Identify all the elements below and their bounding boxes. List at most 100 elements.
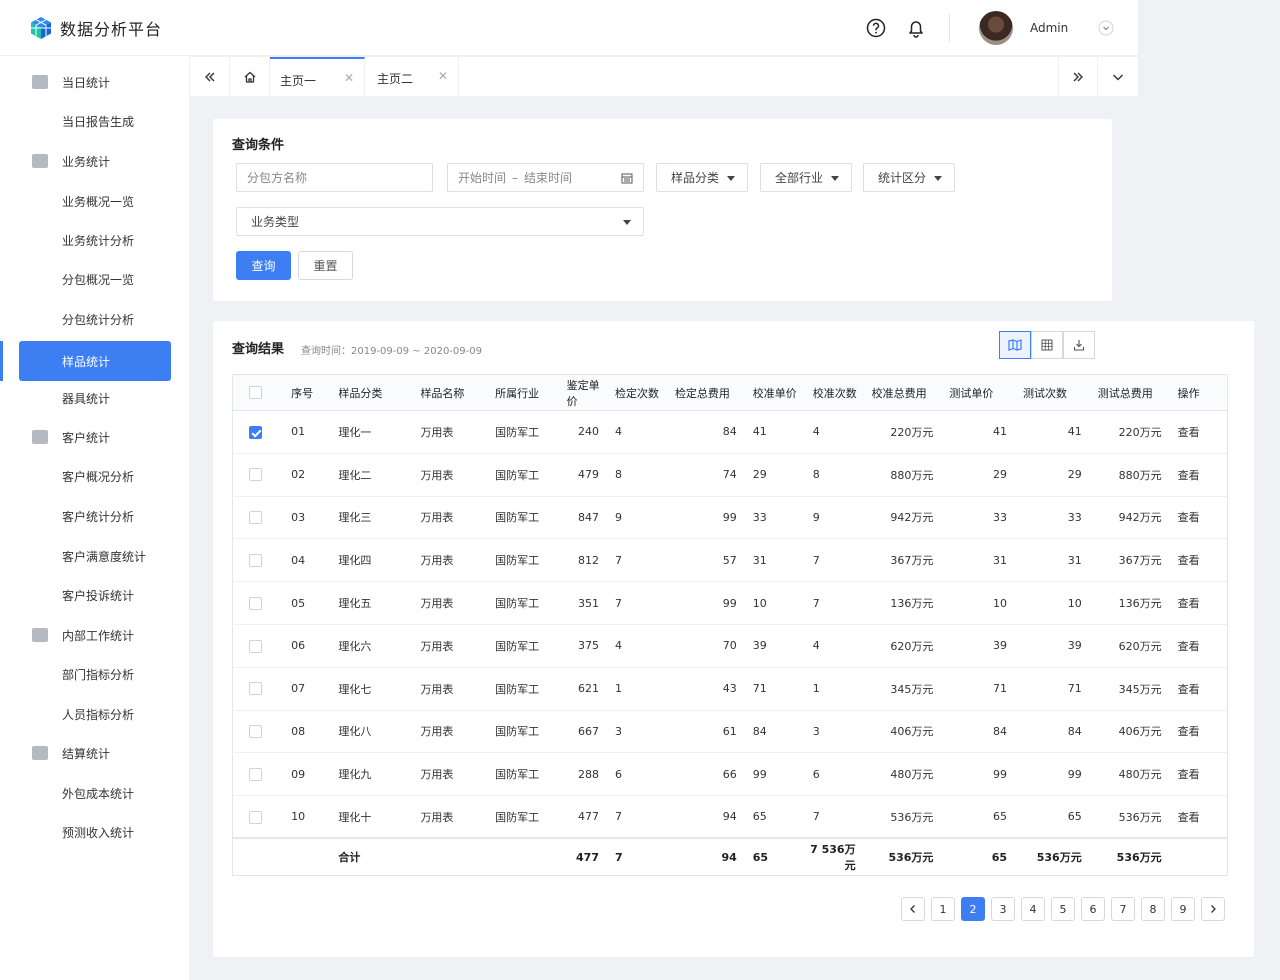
user-avatar[interactable] (979, 11, 1013, 45)
date-range-input[interactable]: 开始时间 – 结束时间 (447, 163, 644, 192)
sidebar-item[interactable]: 客户统计 (0, 418, 189, 456)
table-cell: 08 (285, 710, 333, 754)
page-button[interactable]: 2 (961, 897, 985, 921)
row-checkbox[interactable] (249, 682, 262, 696)
subcontractor-input[interactable]: 分包方名称 (236, 163, 433, 192)
tab-home-two[interactable]: 主页二 ✕ (365, 57, 459, 97)
page-button[interactable]: 4 (1021, 897, 1045, 921)
prev-page-button[interactable] (901, 897, 925, 921)
sidebar-item[interactable]: 样品统计 (0, 341, 189, 381)
row-checkbox[interactable] (249, 425, 262, 439)
page-button[interactable]: 8 (1141, 897, 1165, 921)
sidebar-item[interactable]: 业务统计分析 (0, 221, 189, 259)
view-link[interactable]: 查看 (1171, 710, 1228, 754)
table-row[interactable]: 03 理化三 万用表 国防军工 847 9 99 33 9 942万元 33 33 942万元 查看 (232, 496, 1228, 540)
view-link[interactable]: 查看 (1171, 496, 1228, 540)
help-icon[interactable] (865, 17, 887, 39)
sidebar-item[interactable]: 业务统计 (0, 142, 189, 180)
table-cell: 01 (285, 410, 333, 454)
total-row: 合计 477 7 94 65 7 536万元 536万元 65 536万元 536万元 (232, 837, 1228, 876)
table-cell: 29 (746, 453, 807, 497)
row-checkbox[interactable] (249, 639, 262, 653)
table-cell: 41 (746, 410, 807, 454)
table-row[interactable]: 10 理化十 万用表 国防军工 477 7 94 65 7 536万元 65 65 536万元 查看 (232, 795, 1228, 839)
page-button[interactable]: 1 (931, 897, 955, 921)
sidebar-item[interactable]: 外包成本统计 (0, 774, 189, 812)
tabs-scroll-left-button[interactable] (190, 57, 230, 97)
view-link[interactable]: 查看 (1171, 667, 1228, 711)
table-row[interactable]: 04 理化四 万用表 国防军工 812 7 57 31 7 367万元 31 31 367万元 查看 (232, 538, 1228, 583)
table-row[interactable]: 01 理化一 万用表 国防军工 240 4 84 41 4 220万元 41 41 220万元 查看 (232, 410, 1228, 454)
sidebar-item[interactable]: 客户满意度统计 (0, 537, 189, 575)
close-icon[interactable]: ✕ (344, 71, 354, 85)
table-view-button[interactable] (1031, 331, 1063, 359)
tab-home-one[interactable]: 主页一 ✕ (270, 57, 365, 97)
sidebar-item[interactable]: 客户统计分析 (0, 497, 189, 535)
stat-type-select[interactable]: 统计区分 (863, 163, 955, 192)
industry-select[interactable]: 全部行业 (760, 163, 852, 192)
sidebar-item[interactable]: 客户投诉统计 (0, 576, 189, 614)
sidebar-item[interactable]: 结算统计 (0, 734, 189, 772)
page-button[interactable]: 5 (1051, 897, 1075, 921)
sidebar-item[interactable]: 当日报告生成 (0, 102, 189, 140)
table-row[interactable]: 05 理化五 万用表 国防军工 351 7 99 10 7 136万元 10 10 136万元 查看 (232, 581, 1228, 625)
reset-button[interactable]: 重置 (298, 251, 353, 280)
table-row[interactable]: 08 理化八 万用表 国防军工 667 3 61 84 3 406万元 84 84 406万元 查看 (232, 710, 1228, 754)
export-button[interactable] (1063, 331, 1095, 359)
row-checkbox[interactable] (249, 810, 262, 824)
close-icon[interactable]: ✕ (438, 69, 448, 83)
table-row[interactable]: 09 理化九 万用表 国防军工 288 6 66 99 6 480万元 99 99 480万元 查看 (232, 752, 1228, 797)
map-view-button[interactable] (999, 331, 1031, 359)
user-name[interactable]: Admin (1030, 21, 1068, 35)
row-checkbox[interactable] (249, 596, 262, 610)
table-icon (1041, 339, 1053, 351)
bell-icon[interactable] (905, 17, 927, 39)
row-checkbox[interactable] (249, 511, 262, 525)
sidebar-item[interactable]: 器具统计 (0, 379, 189, 417)
total-cell: 7 (609, 837, 669, 876)
table-row[interactable]: 02 理化二 万用表 国防军工 479 8 74 29 8 880万元 29 29 880万元 查看 (232, 453, 1228, 497)
sidebar-item[interactable]: 内部工作统计 (0, 616, 189, 654)
view-link[interactable]: 查看 (1171, 453, 1228, 497)
page-button[interactable]: 3 (991, 897, 1015, 921)
page-button[interactable]: 7 (1111, 897, 1135, 921)
select-all-checkbox[interactable] (249, 386, 262, 400)
sidebar-item[interactable]: 分包概况一览 (0, 260, 189, 298)
sidebar-item[interactable]: 预测收入统计 (0, 813, 189, 851)
table-row[interactable]: 06 理化六 万用表 国防军工 375 4 70 39 4 620万元 39 39 620万元 查看 (232, 624, 1228, 668)
range-separator: – (512, 170, 519, 185)
view-link[interactable]: 查看 (1171, 752, 1228, 797)
view-link[interactable]: 查看 (1171, 795, 1228, 839)
sample-category-value: 样品分类 (671, 171, 720, 185)
sidebar-item[interactable]: 部门指标分析 (0, 655, 189, 693)
row-select-cell (232, 538, 286, 583)
page-button[interactable]: 9 (1171, 897, 1195, 921)
sample-category-select[interactable]: 样品分类 (656, 163, 748, 192)
business-type-select[interactable]: 业务类型 (236, 207, 644, 236)
tabs-scroll-right-button[interactable] (1058, 57, 1098, 97)
page-button[interactable]: 6 (1081, 897, 1105, 921)
table-cell: 10 (943, 581, 1018, 625)
view-link[interactable]: 查看 (1171, 410, 1228, 454)
row-checkbox[interactable] (249, 554, 262, 568)
view-link[interactable]: 查看 (1171, 538, 1228, 583)
view-link[interactable]: 查看 (1171, 581, 1228, 625)
app-logo[interactable]: 数据分析平台 (30, 16, 162, 40)
sidebar-item[interactable]: 客户概况分析 (0, 457, 189, 495)
column-header: 测试次数 (1017, 374, 1092, 411)
next-page-button[interactable] (1201, 897, 1225, 921)
row-checkbox[interactable] (249, 468, 262, 482)
sidebar-item[interactable]: 当日统计 (0, 63, 189, 101)
row-checkbox[interactable] (249, 725, 262, 739)
sidebar-item[interactable]: 人员指标分析 (0, 695, 189, 733)
sidebar-item[interactable]: 分包统计分析 (0, 300, 189, 338)
sidebar-item[interactable]: 业务概况一览 (0, 182, 189, 220)
chevron-down-icon[interactable] (1098, 20, 1114, 36)
table-cell: 99 (746, 752, 807, 797)
view-link[interactable]: 查看 (1171, 624, 1228, 668)
search-button[interactable]: 查询 (236, 251, 291, 280)
table-row[interactable]: 07 理化七 万用表 国防军工 621 1 43 71 1 345万元 71 71 345万元 查看 (232, 667, 1228, 711)
row-checkbox[interactable] (249, 768, 262, 782)
home-tab-button[interactable] (230, 57, 270, 97)
tabs-menu-button[interactable] (1098, 57, 1138, 97)
